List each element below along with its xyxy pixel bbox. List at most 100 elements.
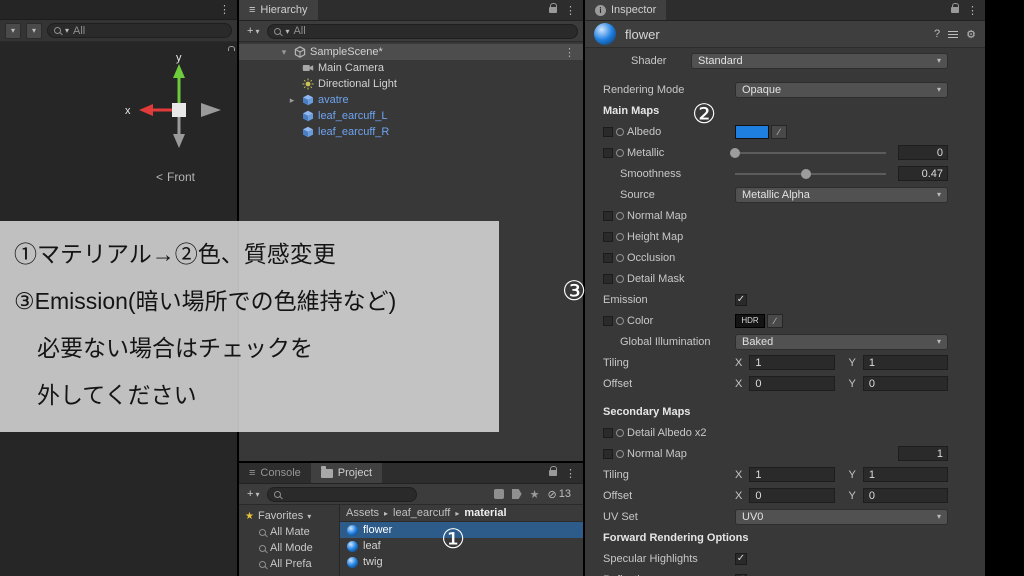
favorites-item-all-materials[interactable]: All Mate [239, 524, 339, 540]
texture-slot[interactable] [603, 210, 613, 221]
secondary-tiling-x-field[interactable]: 1 [749, 467, 835, 482]
smoothness-value-field[interactable]: 0.47 [898, 166, 948, 181]
file-label: flower [363, 524, 393, 536]
offset-y-field[interactable]: 0 [862, 376, 948, 391]
tiling-x-field[interactable]: 1 [749, 355, 835, 370]
tab-console[interactable]: ≡ Console [239, 463, 311, 483]
texture-slot[interactable] [603, 252, 613, 263]
texture-slot[interactable] [603, 147, 613, 158]
object-picker-icon[interactable] [616, 274, 624, 283]
secondary-normal-map-value-field[interactable]: 1 [898, 446, 948, 461]
hierarchy-create-button[interactable]: + ▾ [244, 25, 262, 37]
eyedropper-icon[interactable]: ∕ [767, 313, 783, 328]
check-icon: ✓ [736, 553, 746, 564]
favorites-root[interactable]: ★ Favorites ▾ [239, 508, 339, 524]
secondary-tiling-y-field[interactable]: 1 [862, 467, 948, 482]
tree-row-leaf-earcuff-r[interactable]: leaf_earcuff_R [239, 124, 583, 140]
search-icon [274, 27, 282, 35]
scene-tool-dropdown-1[interactable]: ▾ [5, 22, 21, 39]
tab-inspector[interactable]: i Inspector [585, 0, 667, 20]
texture-slot[interactable] [603, 231, 613, 242]
foldout-collapsed-icon[interactable]: ▸ [287, 95, 297, 106]
object-picker-icon[interactable] [616, 211, 624, 220]
panel-menu-icon[interactable]: ⋮ [967, 4, 978, 17]
secondary-offset-x-field[interactable]: 0 [749, 488, 835, 503]
favorites-item-all-prefabs[interactable]: All Prefa [239, 556, 339, 572]
camera-icon [301, 62, 314, 75]
scene-tool-dropdown-2[interactable]: ▾ [26, 22, 42, 39]
rendering-mode-dropdown[interactable]: Opaque ▾ [735, 81, 948, 98]
breadcrumb-material[interactable]: material [464, 507, 506, 519]
specular-highlights-checkbox[interactable]: ✓ [735, 552, 747, 565]
tree-row-leaf-earcuff-l[interactable]: leaf_earcuff_L [239, 108, 583, 124]
tree-row-directional-light[interactable]: Directional Light [239, 76, 583, 92]
project-favorites-column: ★ Favorites ▾ All Mate All Mode All Pref… [239, 505, 340, 576]
secondary-offset-y-field[interactable]: 0 [862, 488, 948, 503]
object-picker-icon[interactable] [616, 253, 624, 262]
panel-menu-icon[interactable]: ⋮ [219, 3, 230, 16]
texture-slot[interactable] [603, 427, 613, 438]
project-search-input[interactable] [267, 486, 418, 502]
texture-slot[interactable] [603, 273, 613, 284]
hierarchy-search-input[interactable]: ▾ All [267, 23, 578, 39]
shader-dropdown[interactable]: Standard ▾ [691, 52, 948, 69]
panel-menu-icon[interactable]: ⋮ [565, 467, 576, 480]
object-picker-icon[interactable] [616, 449, 624, 458]
texture-slot[interactable] [603, 448, 613, 459]
albedo-color-swatch[interactable] [735, 124, 769, 139]
emission-checkbox[interactable]: ✓ [735, 293, 747, 306]
hdr-color-swatch[interactable]: HDR [735, 313, 765, 328]
breadcrumb-separator-icon: ▸ [384, 508, 389, 518]
foldout-expanded-icon[interactable]: ▾ [279, 47, 289, 58]
source-dropdown[interactable]: Metallic Alpha ▾ [735, 186, 948, 203]
height-map-label: Height Map [627, 230, 684, 243]
tree-row-samplescene[interactable]: ▾ SampleScene* ⋮ [239, 44, 583, 60]
project-create-button[interactable]: + ▾ [244, 488, 262, 500]
texture-slot[interactable] [603, 315, 613, 326]
scene-search-input[interactable]: ▾ All [47, 23, 232, 38]
slider-knob[interactable] [730, 147, 740, 158]
tiling-y-field[interactable]: 1 [862, 355, 948, 370]
object-picker-icon[interactable] [616, 148, 624, 157]
breadcrumb-assets[interactable]: Assets [346, 507, 379, 519]
tab-hierarchy[interactable]: ≡ Hierarchy [239, 0, 318, 20]
metallic-value-field[interactable]: 0 [898, 145, 948, 160]
uv-set-dropdown[interactable]: UV0 ▾ [735, 508, 948, 525]
favorites-star-icon[interactable]: ★ [530, 488, 540, 501]
lock-icon[interactable] [951, 3, 959, 13]
gizmo-view-mode[interactable]: < Front [156, 170, 195, 184]
presets-icon[interactable] [948, 30, 959, 38]
lock-icon[interactable] [549, 466, 557, 476]
smoothness-slider[interactable] [735, 168, 886, 179]
help-icon[interactable]: ? [934, 28, 940, 40]
metallic-slider[interactable] [730, 147, 886, 158]
slider-knob[interactable] [800, 168, 811, 179]
panel-menu-icon[interactable]: ⋮ [565, 4, 576, 17]
lock-icon[interactable] [549, 3, 557, 13]
object-picker-icon[interactable] [616, 127, 624, 136]
texture-slot[interactable] [603, 126, 613, 137]
gear-icon[interactable]: ⚙ [966, 28, 976, 41]
prefab-cube-icon [301, 126, 314, 139]
specular-highlights-row: Specular Highlights ✓ [585, 548, 985, 569]
favorites-item-all-models[interactable]: All Mode [239, 540, 339, 556]
search-by-label-icon[interactable] [511, 489, 522, 499]
eyedropper-icon[interactable]: ∕ [771, 124, 787, 139]
global-illumination-dropdown[interactable]: Baked ▾ [735, 333, 948, 350]
offset-x-field[interactable]: 0 [749, 376, 835, 391]
object-picker-icon[interactable] [616, 232, 624, 241]
hidden-count-badge[interactable]: ⊘ 13 [548, 488, 571, 501]
tab-project[interactable]: Project [310, 463, 383, 483]
detail-mask-row: Detail Mask [585, 268, 985, 289]
row-menu-icon[interactable]: ⋮ [564, 46, 575, 59]
tree-row-main-camera[interactable]: Main Camera [239, 60, 583, 76]
object-picker-icon[interactable] [616, 316, 624, 325]
object-picker-icon[interactable] [616, 428, 624, 437]
breadcrumb-leaf-earcuff[interactable]: leaf_earcuff [393, 507, 450, 519]
tree-row-avatre[interactable]: ▸ avatre [239, 92, 583, 108]
search-by-type-icon[interactable] [493, 489, 504, 499]
file-row-twig[interactable]: twig [340, 554, 583, 570]
rendering-mode-label: Rendering Mode [603, 83, 685, 96]
axis-y-label: Y [848, 377, 856, 390]
scene-orientation-gizmo[interactable]: y x [117, 48, 237, 158]
